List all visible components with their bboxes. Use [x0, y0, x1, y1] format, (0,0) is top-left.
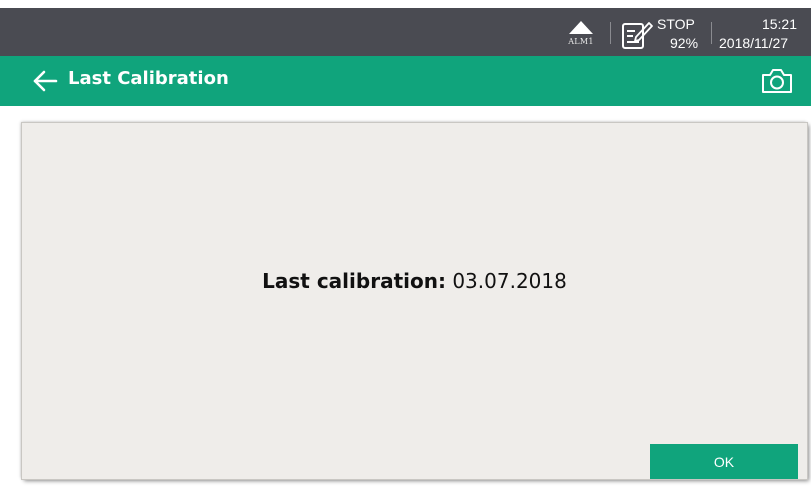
status-divider — [610, 22, 611, 44]
alarm-label: ALM1 — [568, 37, 594, 46]
calibration-dialog: Last calibration: 03.07.2018 OK — [22, 123, 807, 479]
top-margin — [0, 0, 811, 8]
status-bar: ALM1 STOP 92% 15:21 2018/11/27 — [0, 8, 811, 56]
clock-date: 2018/11/27 — [719, 35, 789, 51]
back-arrow-icon[interactable] — [32, 70, 58, 92]
alarm-triangle-icon — [569, 21, 593, 34]
camera-icon[interactable] — [760, 67, 794, 95]
calibration-date: 03.07.2018 — [452, 269, 567, 293]
page-title: Last Calibration — [68, 68, 229, 89]
calibration-label: Last calibration: — [262, 269, 446, 293]
alarm-indicator[interactable]: ALM1 — [566, 16, 596, 52]
title-bar: Last Calibration — [0, 56, 811, 106]
calibration-message: Last calibration: 03.07.2018 — [22, 269, 807, 293]
status-divider — [711, 22, 712, 44]
clock-time: 15:21 — [761, 16, 797, 32]
memory-percent: 92% — [670, 35, 699, 51]
ok-button[interactable]: OK — [650, 444, 798, 479]
recording-status: STOP — [657, 16, 695, 32]
note-pencil-icon[interactable] — [620, 18, 654, 52]
